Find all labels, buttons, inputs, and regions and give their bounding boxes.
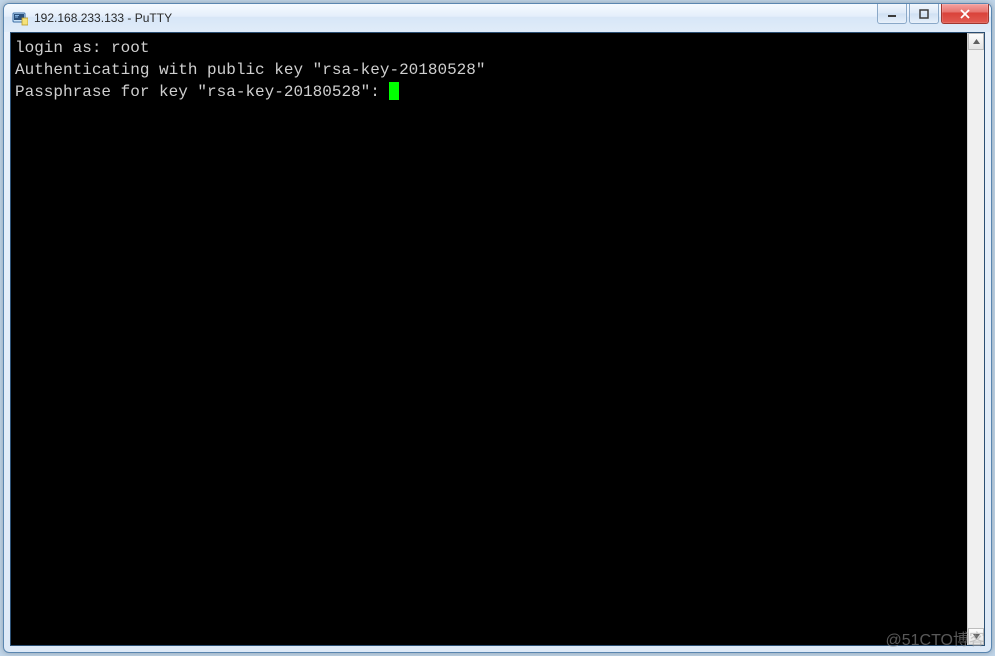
terminal-cursor <box>389 82 399 100</box>
login-input-value: root <box>111 39 149 57</box>
terminal-line: Authenticating with public key "rsa-key-… <box>15 59 963 81</box>
titlebar[interactable]: 192.168.233.133 - PuTTY <box>4 4 991 32</box>
scroll-up-button[interactable] <box>968 33 984 50</box>
window-title: 192.168.233.133 - PuTTY <box>34 11 875 25</box>
putty-window: 192.168.233.133 - PuTTY login as: rootAu… <box>3 3 992 653</box>
putty-icon <box>12 10 28 26</box>
minimize-button[interactable] <box>877 4 907 24</box>
scroll-down-button[interactable] <box>968 628 984 645</box>
passphrase-prompt: Passphrase for key "rsa-key-20180528": <box>15 83 389 101</box>
terminal-area: login as: rootAuthenticating with public… <box>10 32 985 646</box>
terminal-output[interactable]: login as: rootAuthenticating with public… <box>11 33 967 645</box>
terminal-line: login as: root <box>15 37 963 59</box>
window-controls <box>875 4 989 32</box>
maximize-button[interactable] <box>909 4 939 24</box>
vertical-scrollbar[interactable] <box>967 33 984 645</box>
login-prompt: login as: <box>15 39 111 57</box>
close-button[interactable] <box>941 4 989 24</box>
terminal-line: Passphrase for key "rsa-key-20180528": <box>15 81 963 103</box>
